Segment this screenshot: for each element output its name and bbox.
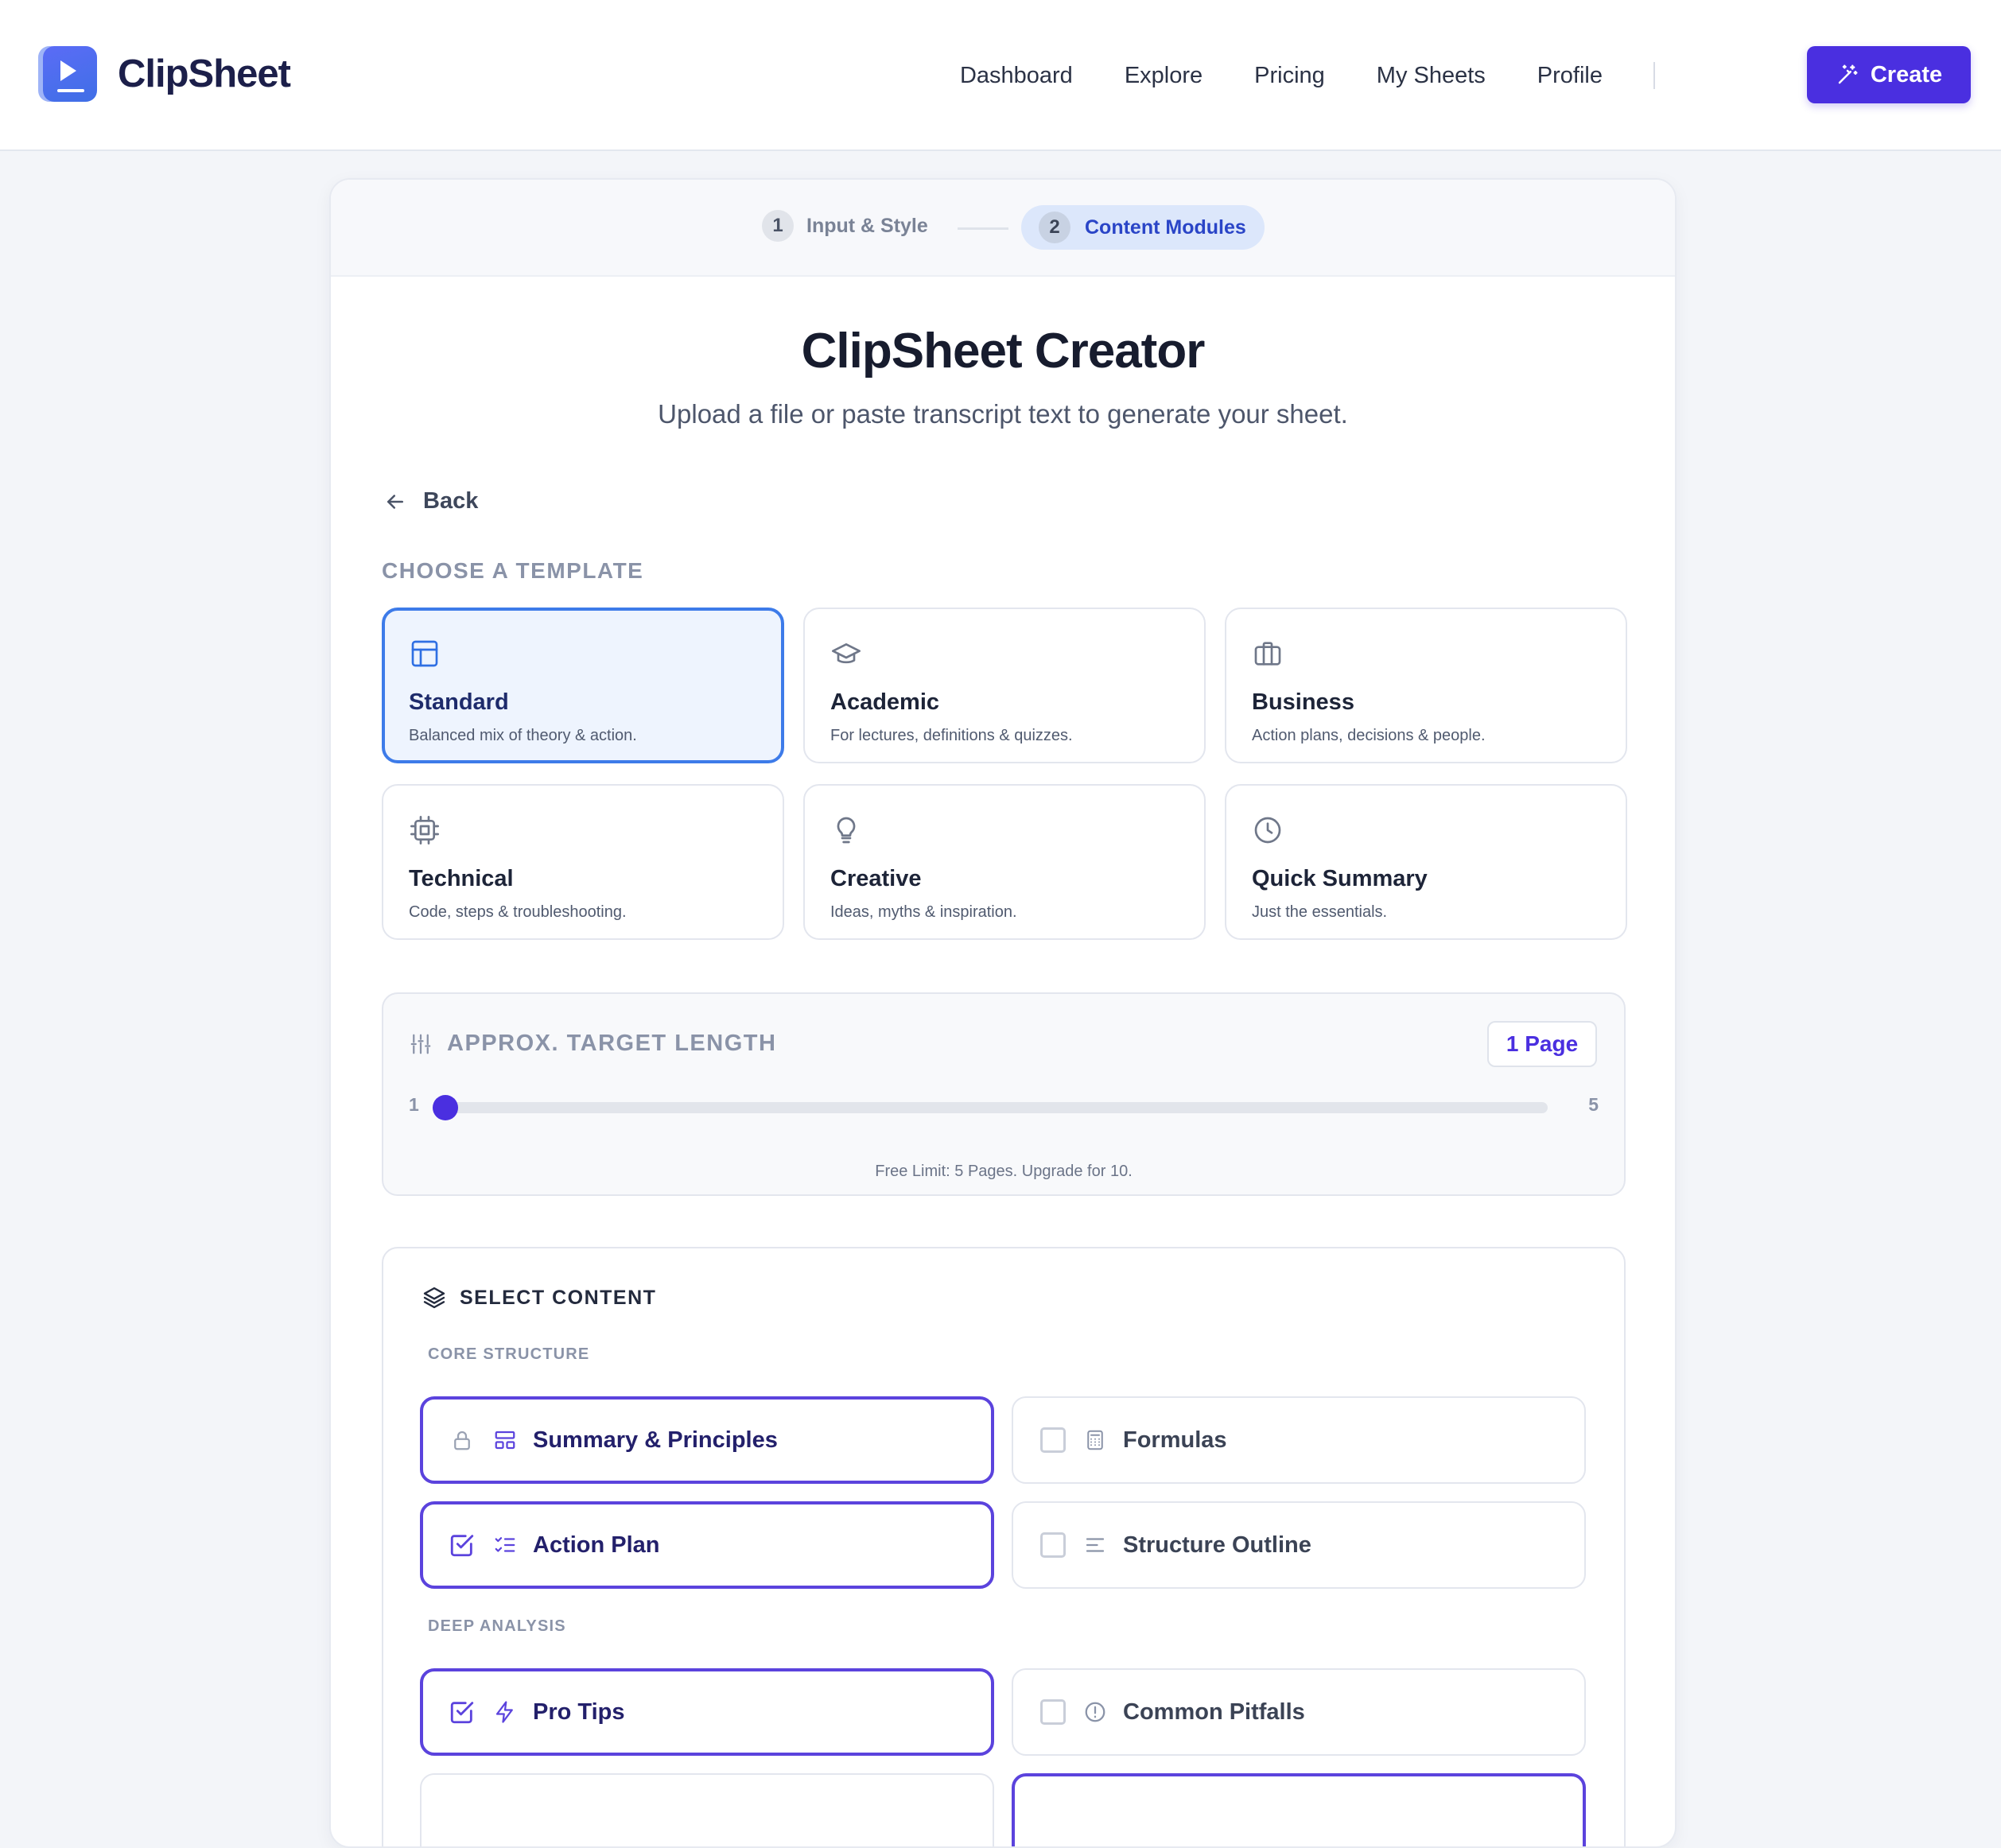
arrow-left-icon [387,494,403,509]
target-length-header: APPROX. TARGET LENGTH [409,1031,776,1057]
align-left-icon [1082,1532,1109,1559]
module-label: Formulas [1123,1427,1227,1453]
template-description: Balanced mix of theory & action. [409,727,637,744]
select-content-heading: SELECT CONTENT [460,1286,657,1309]
template-name: Technical [409,866,514,891]
module-structure-outline[interactable]: Structure Outline [1012,1501,1586,1589]
module-label: Structure Outline [1123,1532,1311,1558]
nav-link-explore[interactable]: Explore [1125,63,1203,89]
checkbox-checked-icon[interactable] [449,1699,476,1726]
template-card-quick-summary[interactable]: Quick Summary Just the essentials. [1225,784,1627,940]
step-label: Input & Style [806,214,928,237]
range-min-label: 1 [409,1094,419,1115]
template-name: Standard [409,689,509,715]
select-content-header: SELECT CONTENT [422,1285,656,1310]
lightning-icon [492,1699,519,1726]
module-next-row-right[interactable] [1012,1773,1586,1846]
module-checkbox[interactable] [1040,1427,1066,1453]
sliders-icon [410,1034,431,1054]
nav-link-my-sheets[interactable]: My Sheets [1377,63,1486,89]
step-input-style[interactable]: 1 Input & Style [762,210,928,242]
nav-link-profile[interactable]: Profile [1537,63,1603,89]
clock-icon [1254,817,1281,844]
template-description: Code, steps & troubleshooting. [409,903,627,921]
logo-icon [43,46,97,102]
group-label-deep-analysis: DEEP ANALYSIS [428,1617,566,1635]
creator-card: 1 Input & Style 2 Content Modules ClipSh… [329,178,1677,1848]
target-length-panel: APPROX. TARGET LENGTH 1 Page 1 5 Free Li… [382,992,1626,1196]
nav-divider [1653,62,1655,89]
module-checkbox[interactable] [1040,1699,1066,1725]
module-action-plan[interactable]: Action Plan [420,1501,994,1589]
template-description: Just the essentials. [1252,903,1388,921]
template-section-heading: CHOOSE A TEMPLATE [382,558,644,583]
template-name: Creative [830,866,922,891]
brand-name: ClipSheet [118,52,291,95]
target-length-heading: APPROX. TARGET LENGTH [447,1031,777,1056]
slider-thumb[interactable] [433,1095,458,1120]
module-formulas[interactable]: Formulas [1012,1396,1586,1484]
module-next-row-left[interactable] [420,1773,994,1846]
nav-link-pricing[interactable]: Pricing [1254,63,1325,89]
briefcase-icon [1254,642,1281,666]
layout-rows-icon [492,1427,519,1454]
step-number: 2 [1039,212,1070,243]
template-description: Action plans, decisions & people. [1252,727,1486,744]
nav-link-dashboard[interactable]: Dashboard [960,63,1073,89]
module-label: Action Plan [533,1532,660,1558]
module-pro-tips[interactable]: Pro Tips [420,1668,994,1756]
template-card-academic[interactable]: Academic For lectures, definitions & qui… [803,608,1206,763]
create-button-label: Create [1870,61,1943,87]
template-name: Quick Summary [1252,866,1428,891]
top-nav-bar: ClipSheet Dashboard Explore Pricing My S… [0,0,2001,151]
page-count-badge: 1 Page [1487,1021,1597,1067]
graduation-cap-icon [832,643,861,664]
module-label: Summary & Principles [533,1427,778,1453]
magic-wand-icon [1838,64,1858,84]
calculator-icon [1082,1427,1109,1454]
lightbulb-icon [837,817,856,844]
cpu-icon [410,816,439,844]
template-name: Business [1252,689,1354,715]
step-label: Content Modules [1085,215,1246,239]
back-label: Back [423,488,479,514]
template-description: Ideas, myths & inspiration. [830,903,1017,921]
module-label: Common Pitfalls [1123,1699,1305,1725]
layout-icon [411,640,438,667]
alert-circle-icon [1082,1699,1109,1726]
step-content-modules[interactable]: 2 Content Modules [1021,205,1265,250]
module-summary-principles[interactable]: Summary & Principles [420,1396,994,1484]
back-button[interactable]: Back [383,488,478,514]
group-label-core-structure: CORE STRUCTURE [428,1345,590,1363]
list-checks-icon [492,1532,519,1559]
template-card-creative[interactable]: Creative Ideas, myths & inspiration. [803,784,1206,940]
checkbox-checked-icon[interactable] [449,1532,476,1559]
step-connector [958,227,1008,230]
module-common-pitfalls[interactable]: Common Pitfalls [1012,1668,1586,1756]
module-label: Pro Tips [533,1699,625,1725]
free-limit-note: Free Limit: 5 Pages. Upgrade for 10. [875,1163,1133,1180]
range-max-label: 5 [1588,1094,1599,1115]
create-button[interactable]: Create [1807,46,1971,103]
template-card-standard[interactable]: Standard Balanced mix of theory & action… [382,608,784,763]
template-description: For lectures, definitions & quizzes. [830,727,1073,744]
page-subtitle: Upload a file or paste transcript text t… [658,399,1348,429]
lock-icon [449,1427,476,1454]
length-slider[interactable] [433,1095,1548,1120]
template-card-business[interactable]: Business Action plans, decisions & peopl… [1225,608,1627,763]
template-name: Academic [830,689,940,715]
main-nav: Dashboard Explore Pricing My Sheets Prof… [960,56,1704,95]
page-title: ClipSheet Creator [801,324,1206,379]
stepper: 1 Input & Style 2 Content Modules [331,180,1675,277]
brand[interactable]: ClipSheet [43,46,291,102]
step-number: 1 [762,210,794,242]
module-checkbox[interactable] [1040,1532,1066,1558]
template-card-technical[interactable]: Technical Code, steps & troubleshooting. [382,784,784,940]
select-content-panel: SELECT CONTENT CORE STRUCTURE Summary & … [382,1247,1626,1846]
layers-icon [423,1287,445,1309]
